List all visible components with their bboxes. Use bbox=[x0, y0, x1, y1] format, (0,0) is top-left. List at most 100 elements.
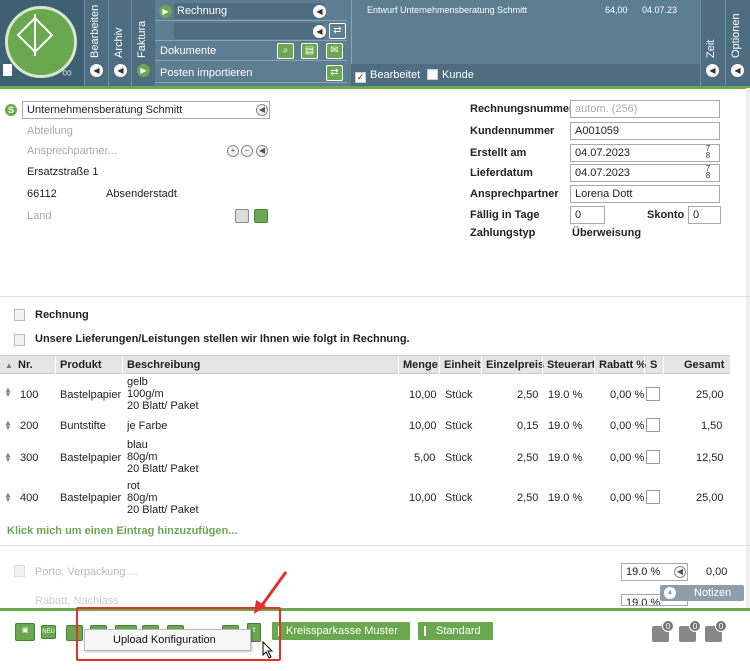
ansprechpartner-field[interactable]: Ansprechpartner... bbox=[27, 145, 117, 157]
cell-preis[interactable]: 2,50 bbox=[517, 492, 538, 504]
checkbox-checked-icon[interactable]: ✓ bbox=[355, 72, 366, 83]
cell-rabatt[interactable]: 0,00 % bbox=[610, 452, 644, 464]
chevron-left-icon[interactable]: ◀ bbox=[731, 64, 744, 77]
cell-produkt[interactable]: Bastelpapier bbox=[60, 492, 121, 504]
address-book-icon[interactable] bbox=[254, 209, 268, 223]
city-field[interactable]: Absenderstadt bbox=[106, 188, 177, 200]
cell-steuer[interactable]: 19.0 % bbox=[548, 389, 582, 401]
save-icon[interactable] bbox=[235, 209, 249, 223]
land-field[interactable]: Land bbox=[27, 210, 51, 222]
history-icon[interactable]: 0 bbox=[705, 620, 727, 642]
cell-produkt[interactable]: Bastelpapier bbox=[60, 389, 121, 401]
cell-einheit[interactable]: Stück bbox=[445, 492, 473, 504]
zip-field[interactable]: 66112 bbox=[27, 188, 57, 200]
cell-desc-line[interactable]: rot bbox=[127, 480, 140, 492]
porto-value[interactable]: 0,00 bbox=[706, 566, 727, 578]
cell-menge[interactable]: 10,00 bbox=[409, 492, 437, 504]
cell-menge[interactable]: 10,00 bbox=[409, 420, 437, 432]
add-entry-link[interactable]: Klick mich um einen Eintrag hinzuzufügen… bbox=[7, 525, 237, 537]
cell-gesamt[interactable]: 1,50 bbox=[701, 420, 722, 432]
col-einheit[interactable]: Einheit bbox=[444, 359, 481, 371]
dropdown-arrow-icon[interactable]: ◀ bbox=[313, 5, 326, 18]
cell-einheit[interactable]: Stück bbox=[445, 420, 473, 432]
text-block-icon[interactable] bbox=[14, 309, 25, 321]
cell-preis[interactable]: 2,50 bbox=[517, 389, 538, 401]
standard-button[interactable]: Standard bbox=[418, 622, 493, 640]
cell-desc-line[interactable]: 20 Blatt/ Paket bbox=[127, 463, 199, 475]
rechnungsnummer-input[interactable]: autom. (256) bbox=[570, 100, 720, 118]
cell-menge[interactable]: 10,00 bbox=[409, 389, 437, 401]
empty-select-row[interactable]: ◀ ⇄ bbox=[155, 22, 347, 41]
printer-icon[interactable]: ▤ bbox=[301, 43, 318, 59]
cell-einheit[interactable]: Stück bbox=[445, 452, 473, 464]
zahlung-value[interactable]: Überweisung bbox=[572, 227, 641, 239]
col-menge[interactable]: Menge bbox=[403, 359, 438, 371]
intro-text[interactable]: Unsere Lieferungen/Leistungen stellen wi… bbox=[35, 333, 410, 345]
col-produkt[interactable]: Produkt bbox=[60, 359, 102, 371]
cell-gesamt[interactable]: 25,00 bbox=[696, 389, 724, 401]
document-row[interactable]: Entwurf Unternehmensberatung Schmitt 64,… bbox=[352, 3, 701, 17]
cell-desc-line[interactable]: 20 Blatt/ Paket bbox=[127, 400, 199, 412]
tab-zeit[interactable]: Zeit ◀ bbox=[700, 0, 725, 86]
dropdown-arrow-icon[interactable]: ◀ bbox=[674, 566, 686, 578]
doc-type-row[interactable]: ▶ Rechnung ◀ bbox=[155, 2, 347, 21]
cell-rabatt[interactable]: 0,00 % bbox=[610, 420, 644, 432]
add-icon[interactable]: + bbox=[227, 145, 239, 157]
col-nr[interactable]: Nr. bbox=[18, 359, 33, 371]
document-title[interactable]: Rechnung bbox=[35, 309, 89, 321]
cell-menge[interactable]: 5,00 bbox=[414, 452, 435, 464]
rabatt-field[interactable]: Rabatt, Nachlass bbox=[35, 595, 119, 605]
text-block-icon[interactable] bbox=[14, 334, 25, 346]
cell-desc-line[interactable]: je Farbe bbox=[127, 420, 167, 432]
cell-desc-line[interactable]: 100g/m bbox=[127, 388, 164, 400]
cell-gesamt[interactable]: 12,50 bbox=[696, 452, 724, 464]
table-row[interactable]: ▲ ▼ 200 Buntstifte je Farbe 10,00 Stück 0… bbox=[0, 418, 730, 434]
cell-preis[interactable]: 0,15 bbox=[517, 420, 538, 432]
chevron-right-icon[interactable]: ▶ bbox=[137, 64, 150, 77]
checkbox-icon[interactable] bbox=[427, 69, 438, 80]
street-field[interactable]: Ersatzstraße 1 bbox=[27, 166, 99, 178]
cell-steuer[interactable]: 19.0 % bbox=[548, 420, 582, 432]
table-row[interactable]: ▲ ▼ 400 Bastelpapier rot 80g/m 20 Blatt/ … bbox=[0, 480, 730, 518]
cell-nr[interactable]: 200 bbox=[20, 420, 38, 432]
cell-desc-line[interactable]: 20 Blatt/ Paket bbox=[127, 504, 199, 516]
cell-desc-line[interactable]: gelb bbox=[127, 376, 148, 388]
dropdown-arrow-icon[interactable]: ◀ bbox=[256, 145, 268, 157]
tab-optionen[interactable]: Optionen ◀ bbox=[725, 0, 750, 86]
import-icon[interactable]: ⇄ bbox=[326, 65, 343, 81]
liefer-input[interactable]: 04.07.2023 bbox=[570, 164, 720, 182]
table-row[interactable]: ▲ ▼ 300 Bastelpapier blau 80g/m 20 Blatt/… bbox=[0, 439, 730, 477]
filter-bearbeitet[interactable]: ✓ Bearbeitet bbox=[355, 64, 420, 86]
cell-nr[interactable]: 400 bbox=[20, 492, 38, 504]
search-icon[interactable]: ⌕ bbox=[277, 43, 294, 59]
app-logo[interactable]: ∞ bbox=[0, 0, 84, 86]
notes-button[interactable]: ▲ Notizen bbox=[660, 585, 744, 601]
checkbox-icon[interactable] bbox=[646, 450, 660, 464]
calendar-icon[interactable]: 7 8 bbox=[703, 165, 713, 180]
col-steuerart[interactable]: Steuerart bbox=[547, 359, 595, 371]
cell-rabatt[interactable]: 0,00 % bbox=[610, 492, 644, 504]
tab-faktura[interactable]: Faktura ▶ bbox=[131, 0, 155, 86]
col-s[interactable]: S bbox=[650, 359, 657, 371]
drag-handle-icon[interactable]: ▲ ▼ bbox=[4, 491, 12, 504]
cell-desc-line[interactable]: 80g/m bbox=[127, 451, 158, 463]
filter-kunde[interactable]: Kunde bbox=[427, 64, 474, 86]
chevron-left-icon[interactable]: ◀ bbox=[706, 64, 719, 77]
scrollbar[interactable] bbox=[746, 88, 750, 608]
cell-einheit[interactable]: Stück bbox=[445, 389, 473, 401]
cell-nr[interactable]: 300 bbox=[20, 452, 38, 464]
dropdown-arrow-icon[interactable]: ◀ bbox=[256, 104, 268, 116]
email-icon[interactable]: ✉ bbox=[326, 43, 343, 59]
kundennummer-input[interactable]: A001059 bbox=[570, 122, 720, 140]
neu-icon[interactable]: NEU bbox=[41, 625, 56, 639]
drag-handle-icon[interactable]: ▲ ▼ bbox=[4, 451, 12, 464]
text-block-icon[interactable] bbox=[14, 565, 25, 577]
checkbox-icon[interactable] bbox=[646, 490, 660, 504]
drag-handle-icon[interactable]: ▲ ▼ bbox=[4, 419, 12, 432]
checkbox-icon[interactable] bbox=[646, 387, 660, 401]
cell-nr[interactable]: 100 bbox=[20, 389, 38, 401]
secondary-select[interactable] bbox=[174, 23, 324, 39]
cell-steuer[interactable]: 19.0 % bbox=[548, 492, 582, 504]
reminder-icon[interactable]: 0 bbox=[679, 620, 701, 642]
dropdown-arrow-icon[interactable]: ◀ bbox=[313, 25, 326, 38]
